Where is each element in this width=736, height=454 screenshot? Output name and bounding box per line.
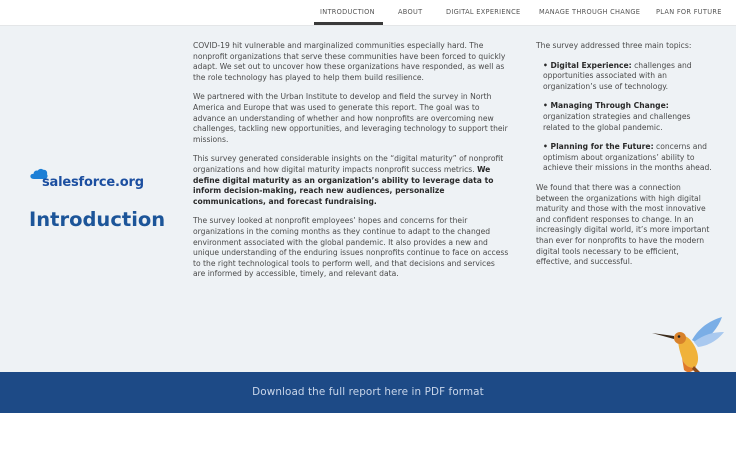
page-title: Introduction <box>29 208 166 231</box>
intro-paragraph-2: We partnered with the Urban Institute to… <box>193 92 508 144</box>
intro-paragraph-3: This survey generated considerable insig… <box>193 154 509 207</box>
topic-title: • Managing Through Change: <box>543 101 669 111</box>
download-pdf-link[interactable]: Download the full report here in PDF for… <box>0 386 736 398</box>
topic-text: organization strategies and challenges r… <box>543 111 691 132</box>
active-tab-indicator <box>314 22 383 25</box>
salesforce-org-logo[interactable]: salesforce.org <box>30 168 144 192</box>
intro-paragraph-4: The survey looked at nonprofit employees… <box>193 216 509 279</box>
logo-wordmark: salesforce.org <box>42 175 144 190</box>
intro-body-column: COVID-19 hit vulnerable and marginalized… <box>193 41 509 289</box>
topic-digital-experience: • Digital Experience: challenges and opp… <box>543 61 716 93</box>
topic-managing-through-change: • Managing Through Change: organization … <box>543 101 716 133</box>
top-nav: INTRODUCTION ABOUT DIGITAL EXPERIENCE MA… <box>0 0 736 26</box>
nav-item-plan-for-future[interactable]: PLAN FOR FUTURE <box>656 8 722 16</box>
nav-item-digital-experience[interactable]: DIGITAL EXPERIENCE <box>446 8 521 16</box>
nav-item-introduction[interactable]: INTRODUCTION <box>320 8 375 16</box>
nav-item-manage-through-change[interactable]: MANAGE THROUGH CHANGE <box>539 8 640 16</box>
download-band: Download the full report here in PDF for… <box>0 372 736 413</box>
intro-paragraph-3-text: This survey generated considerable insig… <box>193 154 504 174</box>
topic-planning-for-future: • Planning for the Future: concerns and … <box>543 142 716 174</box>
topics-intro: The survey addressed three main topics: <box>536 41 692 50</box>
topic-title: • Planning for the Future: <box>543 142 654 152</box>
topic-title: • Digital Experience: <box>543 60 632 70</box>
nav-item-about[interactable]: ABOUT <box>398 8 422 16</box>
intro-paragraph-1: COVID-19 hit vulnerable and marginalized… <box>193 41 506 82</box>
topics-conclusion: We found that there was a connection bet… <box>536 182 710 267</box>
footer-spacer <box>0 413 736 454</box>
survey-topics-column: The survey addressed three main topics: … <box>536 41 716 277</box>
